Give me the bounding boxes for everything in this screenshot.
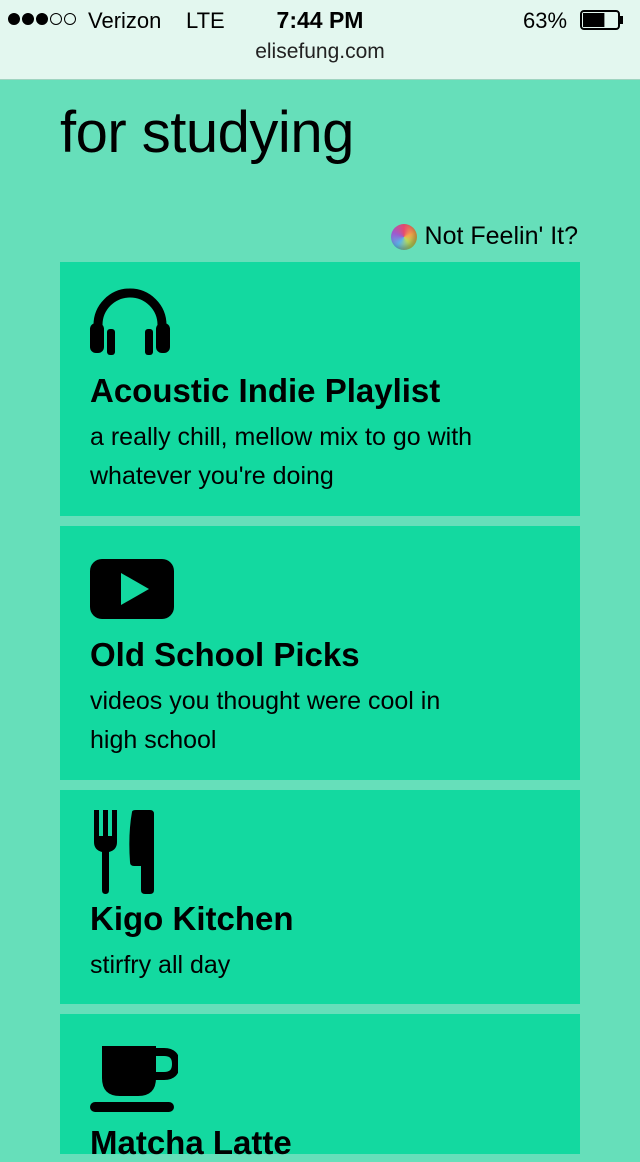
headphones-icon [90,288,170,355]
card-description: a really chill, mellow mix to go with wh… [90,423,473,490]
address-bar-url[interactable]: elisefung.com [0,40,640,64]
card-title: Matcha Latte [90,1124,292,1161]
card-title: Kigo Kitchen [90,900,294,937]
battery-icon [580,10,623,30]
status-bar: Verizon LTE 7:44 PM 63% [0,0,640,40]
page-title: for studying [60,100,354,165]
not-feelin-it-link[interactable]: Not Feelin' It? [390,222,578,251]
card-matcha-latte[interactable]: Matcha Latte [60,1014,580,1161]
card-kigo-kitchen[interactable]: Kigo Kitchen stirfry all day [60,790,580,1004]
card-description: videos you thought were cool in high sch… [90,687,441,754]
utensils-icon [94,810,154,894]
card-acoustic-indie-playlist[interactable]: Acoustic Indie Playlist a really chill, … [60,262,580,516]
play-icon [90,559,174,619]
browser-chrome: Verizon LTE 7:44 PM 63% elisefung.com [0,0,640,80]
coffee-cup-icon [90,1046,178,1112]
card-description: stirfry all day [90,951,231,979]
card-title: Old School Picks [90,636,360,673]
not-feelin-it-label: Not Feelin' It? [424,222,578,250]
battery-percentage: 63% [523,8,568,33]
card-title: Acoustic Indie Playlist [90,372,441,409]
card-old-school-picks[interactable]: Old School Picks videos you thought were… [60,526,580,780]
shuffle-ball-icon [390,223,417,250]
